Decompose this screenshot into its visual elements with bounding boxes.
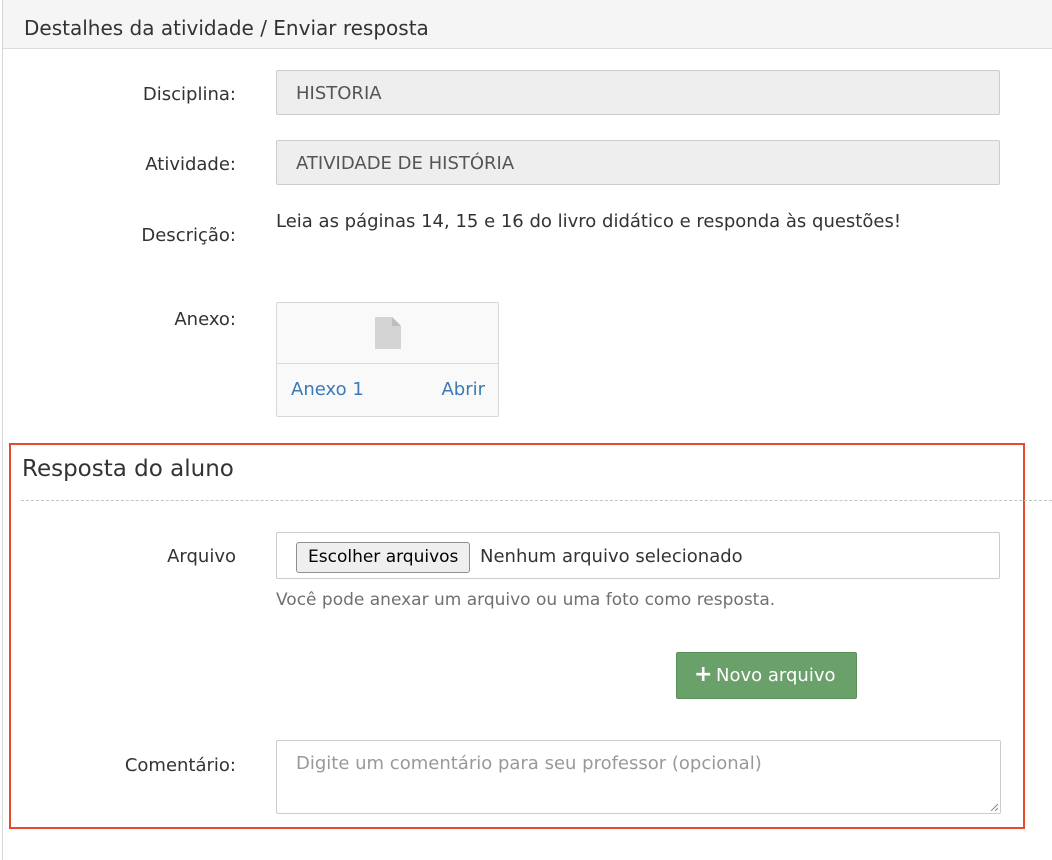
plus-icon: + xyxy=(694,662,713,687)
panel-heading: Destalhes da atividade / Enviar resposta xyxy=(3,0,1052,49)
activity-field: ATIVIDADE DE HISTÓRIA xyxy=(276,140,1000,185)
comment-textarea[interactable]: Digite um comentário para seu professor … xyxy=(276,740,1001,814)
new-file-button[interactable]: + Novo arquivo xyxy=(676,652,857,699)
panel-title: Destalhes da atividade / Enviar resposta xyxy=(24,16,429,40)
file-label: Arquivo xyxy=(167,546,236,567)
attachment-link[interactable]: Anexo 1 xyxy=(291,379,364,400)
no-file-text: Nenhum arquivo selecionado xyxy=(480,546,743,567)
section-divider xyxy=(21,500,1052,501)
discipline-field: HISTORIA xyxy=(276,70,1000,115)
attachment-label: Anexo: xyxy=(174,309,236,330)
description-text: Leia as páginas 14, 15 e 16 do livro did… xyxy=(276,211,902,232)
activity-label: Atividade: xyxy=(145,154,236,175)
open-attachment-link[interactable]: Abrir xyxy=(441,379,485,400)
file-icon xyxy=(375,317,401,349)
file-input[interactable]: Escolher arquivos Nenhum arquivo selecio… xyxy=(276,532,1000,579)
choose-files-button[interactable]: Escolher arquivos xyxy=(296,542,471,573)
new-file-button-label: Novo arquivo xyxy=(716,665,836,686)
comment-label: Comentário: xyxy=(124,755,236,776)
discipline-label: Disciplina: xyxy=(142,84,236,105)
resize-handle-icon[interactable] xyxy=(990,803,998,811)
attachment-preview[interactable] xyxy=(277,303,498,364)
file-help-text: Você pode anexar um arquivo ou uma foto … xyxy=(276,590,776,610)
description-label: Descrição: xyxy=(141,225,236,246)
section-title: Resposta do aluno xyxy=(22,456,234,482)
comment-placeholder: Digite um comentário para seu professor … xyxy=(296,753,762,774)
attachment-card: Anexo 1 Abrir xyxy=(276,302,499,417)
